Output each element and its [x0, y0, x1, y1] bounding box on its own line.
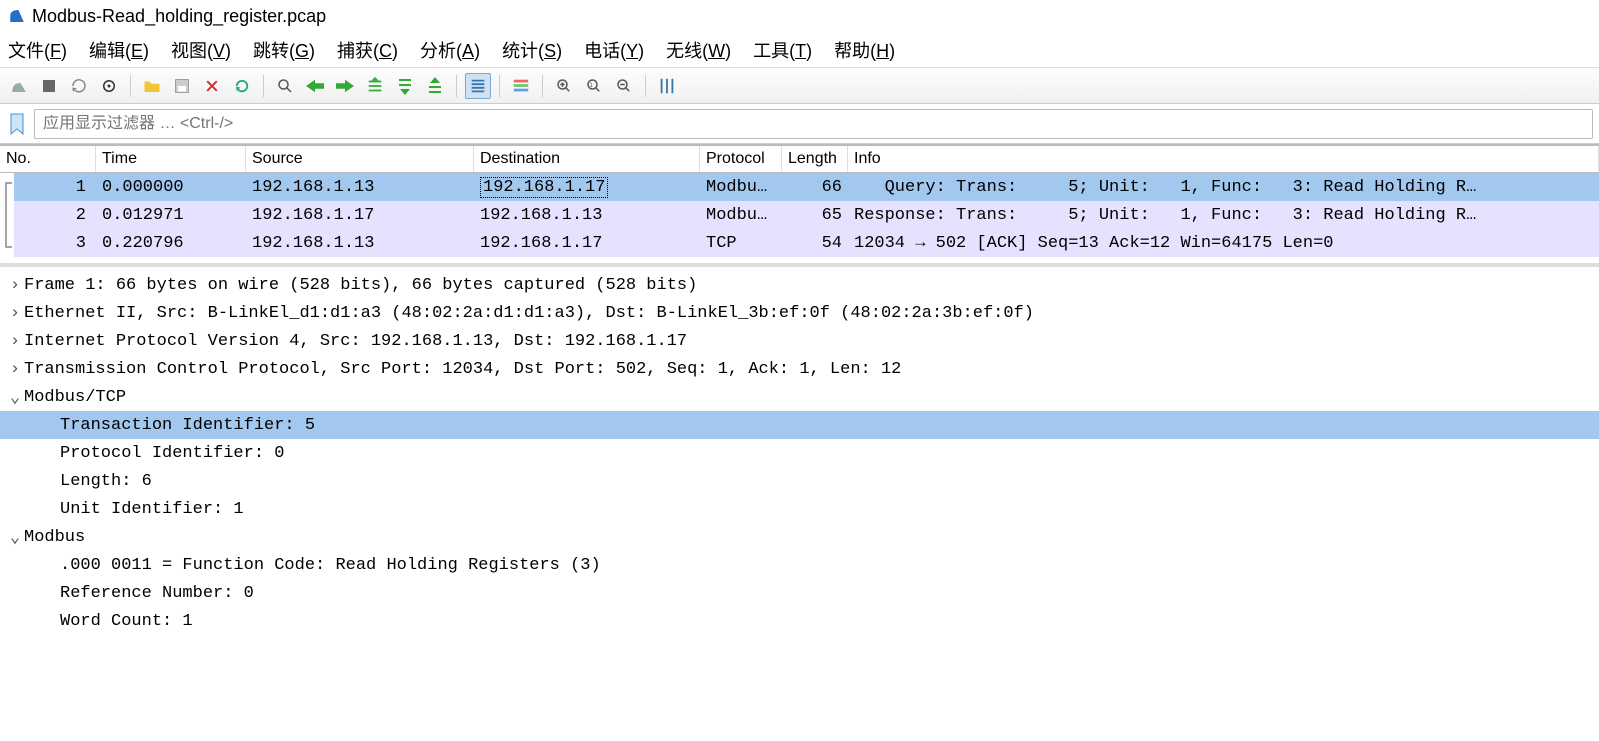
menu-edit[interactable]: 编辑(E) — [89, 37, 149, 63]
tree-length[interactable]: Length: 6 — [0, 467, 1599, 495]
menu-go[interactable]: 跳转(G) — [253, 37, 315, 63]
packet-row[interactable]: 2 0.012971 192.168.1.17 192.168.1.13 Mod… — [14, 201, 1599, 229]
go-back-icon[interactable] — [302, 73, 328, 99]
wireshark-fin-icon — [8, 7, 26, 25]
chevron-right-icon: › — [6, 332, 24, 351]
menu-analyze[interactable]: 分析(A) — [420, 37, 480, 63]
conversation-bracket — [0, 173, 14, 263]
cell-time: 0.012971 — [96, 204, 246, 227]
cell-protocol: Modbu… — [700, 204, 782, 227]
cell-source: 192.168.1.13 — [246, 232, 474, 255]
col-header-source[interactable]: Source — [246, 146, 474, 172]
cell-no: 2 — [14, 204, 96, 227]
capture-options-icon[interactable] — [96, 73, 122, 99]
toolbar: 1 — [0, 68, 1599, 104]
tree-reference-number[interactable]: Reference Number: 0 — [0, 579, 1599, 607]
autoscroll-icon[interactable] — [465, 73, 491, 99]
tree-modbus[interactable]: ⌄Modbus — [0, 523, 1599, 551]
cell-no: 3 — [14, 232, 96, 255]
go-to-packet-icon[interactable] — [362, 73, 388, 99]
zoom-out-icon[interactable] — [611, 73, 637, 99]
reload-icon[interactable] — [229, 73, 255, 99]
chevron-down-icon: ⌄ — [6, 387, 24, 408]
cell-time: 0.000000 — [96, 176, 246, 199]
go-last-icon[interactable] — [422, 73, 448, 99]
titlebar: Modbus-Read_holding_register.pcap — [0, 0, 1599, 32]
tree-modbus-tcp[interactable]: ⌄Modbus/TCP — [0, 383, 1599, 411]
menu-file[interactable]: 文件(F) — [8, 37, 67, 63]
cell-length: 54 — [782, 232, 848, 255]
close-file-icon[interactable] — [199, 73, 225, 99]
display-filter-input-wrapper[interactable] — [34, 109, 1593, 139]
resize-columns-icon[interactable] — [654, 73, 680, 99]
menu-wireless[interactable]: 无线(W) — [666, 37, 731, 63]
tree-transaction-id[interactable]: Transaction Identifier: 5 — [0, 411, 1599, 439]
menubar: 文件(F) 编辑(E) 视图(V) 跳转(G) 捕获(C) 分析(A) 统计(S… — [0, 32, 1599, 68]
cell-time: 0.220796 — [96, 232, 246, 255]
cell-no: 1 — [14, 176, 96, 199]
display-filter-input[interactable] — [43, 115, 1584, 133]
chevron-down-icon: ⌄ — [6, 527, 24, 548]
open-file-icon[interactable] — [139, 73, 165, 99]
chevron-right-icon: › — [6, 360, 24, 379]
cell-destination: 192.168.1.13 — [474, 204, 700, 227]
cell-protocol: Modbu… — [700, 176, 782, 199]
menu-stats[interactable]: 统计(S) — [502, 37, 562, 63]
filter-bar — [0, 104, 1599, 144]
menu-tools[interactable]: 工具(T) — [753, 37, 812, 63]
col-header-destination[interactable]: Destination — [474, 146, 700, 172]
capture-stop-icon[interactable] — [36, 73, 62, 99]
packet-row[interactable]: 3 0.220796 192.168.1.13 192.168.1.17 TCP… — [14, 229, 1599, 257]
zoom-in-icon[interactable] — [551, 73, 577, 99]
cell-destination: 192.168.1.17 — [474, 232, 700, 255]
cell-protocol: TCP — [700, 232, 782, 255]
cell-info: Query: Trans: 5; Unit: 1, Func: 3: Read … — [848, 176, 1599, 199]
go-first-icon[interactable] — [392, 73, 418, 99]
chevron-right-icon: › — [6, 304, 24, 323]
capture-restart-icon[interactable] — [66, 73, 92, 99]
cell-info: Response: Trans: 5; Unit: 1, Func: 3: Re… — [848, 204, 1599, 227]
cell-source: 192.168.1.17 — [246, 204, 474, 227]
col-header-info[interactable]: Info — [848, 146, 1599, 172]
tree-unit-id[interactable]: Unit Identifier: 1 — [0, 495, 1599, 523]
packet-details[interactable]: ›Frame 1: 66 bytes on wire (528 bits), 6… — [0, 263, 1599, 639]
col-header-length[interactable]: Length — [782, 146, 848, 172]
chevron-right-icon: › — [6, 276, 24, 295]
col-header-protocol[interactable]: Protocol — [700, 146, 782, 172]
packet-row[interactable]: 1 0.000000 192.168.1.13 192.168.1.17 Mod… — [14, 173, 1599, 201]
zoom-reset-icon[interactable]: 1 — [581, 73, 607, 99]
cell-info: 12034 → 502 [ACK] Seq=13 Ack=12 Win=6417… — [848, 232, 1599, 255]
menu-capture[interactable]: 捕获(C) — [337, 37, 398, 63]
col-header-time[interactable]: Time — [96, 146, 246, 172]
tree-protocol-id[interactable]: Protocol Identifier: 0 — [0, 439, 1599, 467]
svg-text:1: 1 — [590, 82, 594, 88]
menu-phone[interactable]: 电话(Y) — [584, 37, 644, 63]
cell-length: 66 — [782, 176, 848, 199]
cell-destination: 192.168.1.17 — [474, 175, 700, 200]
tree-word-count[interactable]: Word Count: 1 — [0, 607, 1599, 635]
go-forward-icon[interactable] — [332, 73, 358, 99]
tree-tcp[interactable]: ›Transmission Control Protocol, Src Port… — [0, 355, 1599, 383]
colorize-icon[interactable] — [508, 73, 534, 99]
menu-help[interactable]: 帮助(H) — [834, 37, 895, 63]
tree-function-code[interactable]: .000 0011 = Function Code: Read Holding … — [0, 551, 1599, 579]
tree-frame[interactable]: ›Frame 1: 66 bytes on wire (528 bits), 6… — [0, 271, 1599, 299]
tree-ip[interactable]: ›Internet Protocol Version 4, Src: 192.1… — [0, 327, 1599, 355]
col-header-no[interactable]: No. — [0, 146, 96, 172]
find-icon[interactable] — [272, 73, 298, 99]
packet-list-header: No. Time Source Destination Protocol Len… — [0, 144, 1599, 173]
cell-source: 192.168.1.13 — [246, 176, 474, 199]
menu-view[interactable]: 视图(V) — [171, 37, 231, 63]
tree-ethernet[interactable]: ›Ethernet II, Src: B-LinkEl_d1:d1:a3 (48… — [0, 299, 1599, 327]
cell-length: 65 — [782, 204, 848, 227]
capture-start-icon[interactable] — [6, 73, 32, 99]
save-file-icon[interactable] — [169, 73, 195, 99]
window-title: Modbus-Read_holding_register.pcap — [32, 6, 326, 27]
bookmark-icon[interactable] — [6, 110, 28, 138]
packet-list[interactable]: No. Time Source Destination Protocol Len… — [0, 144, 1599, 263]
